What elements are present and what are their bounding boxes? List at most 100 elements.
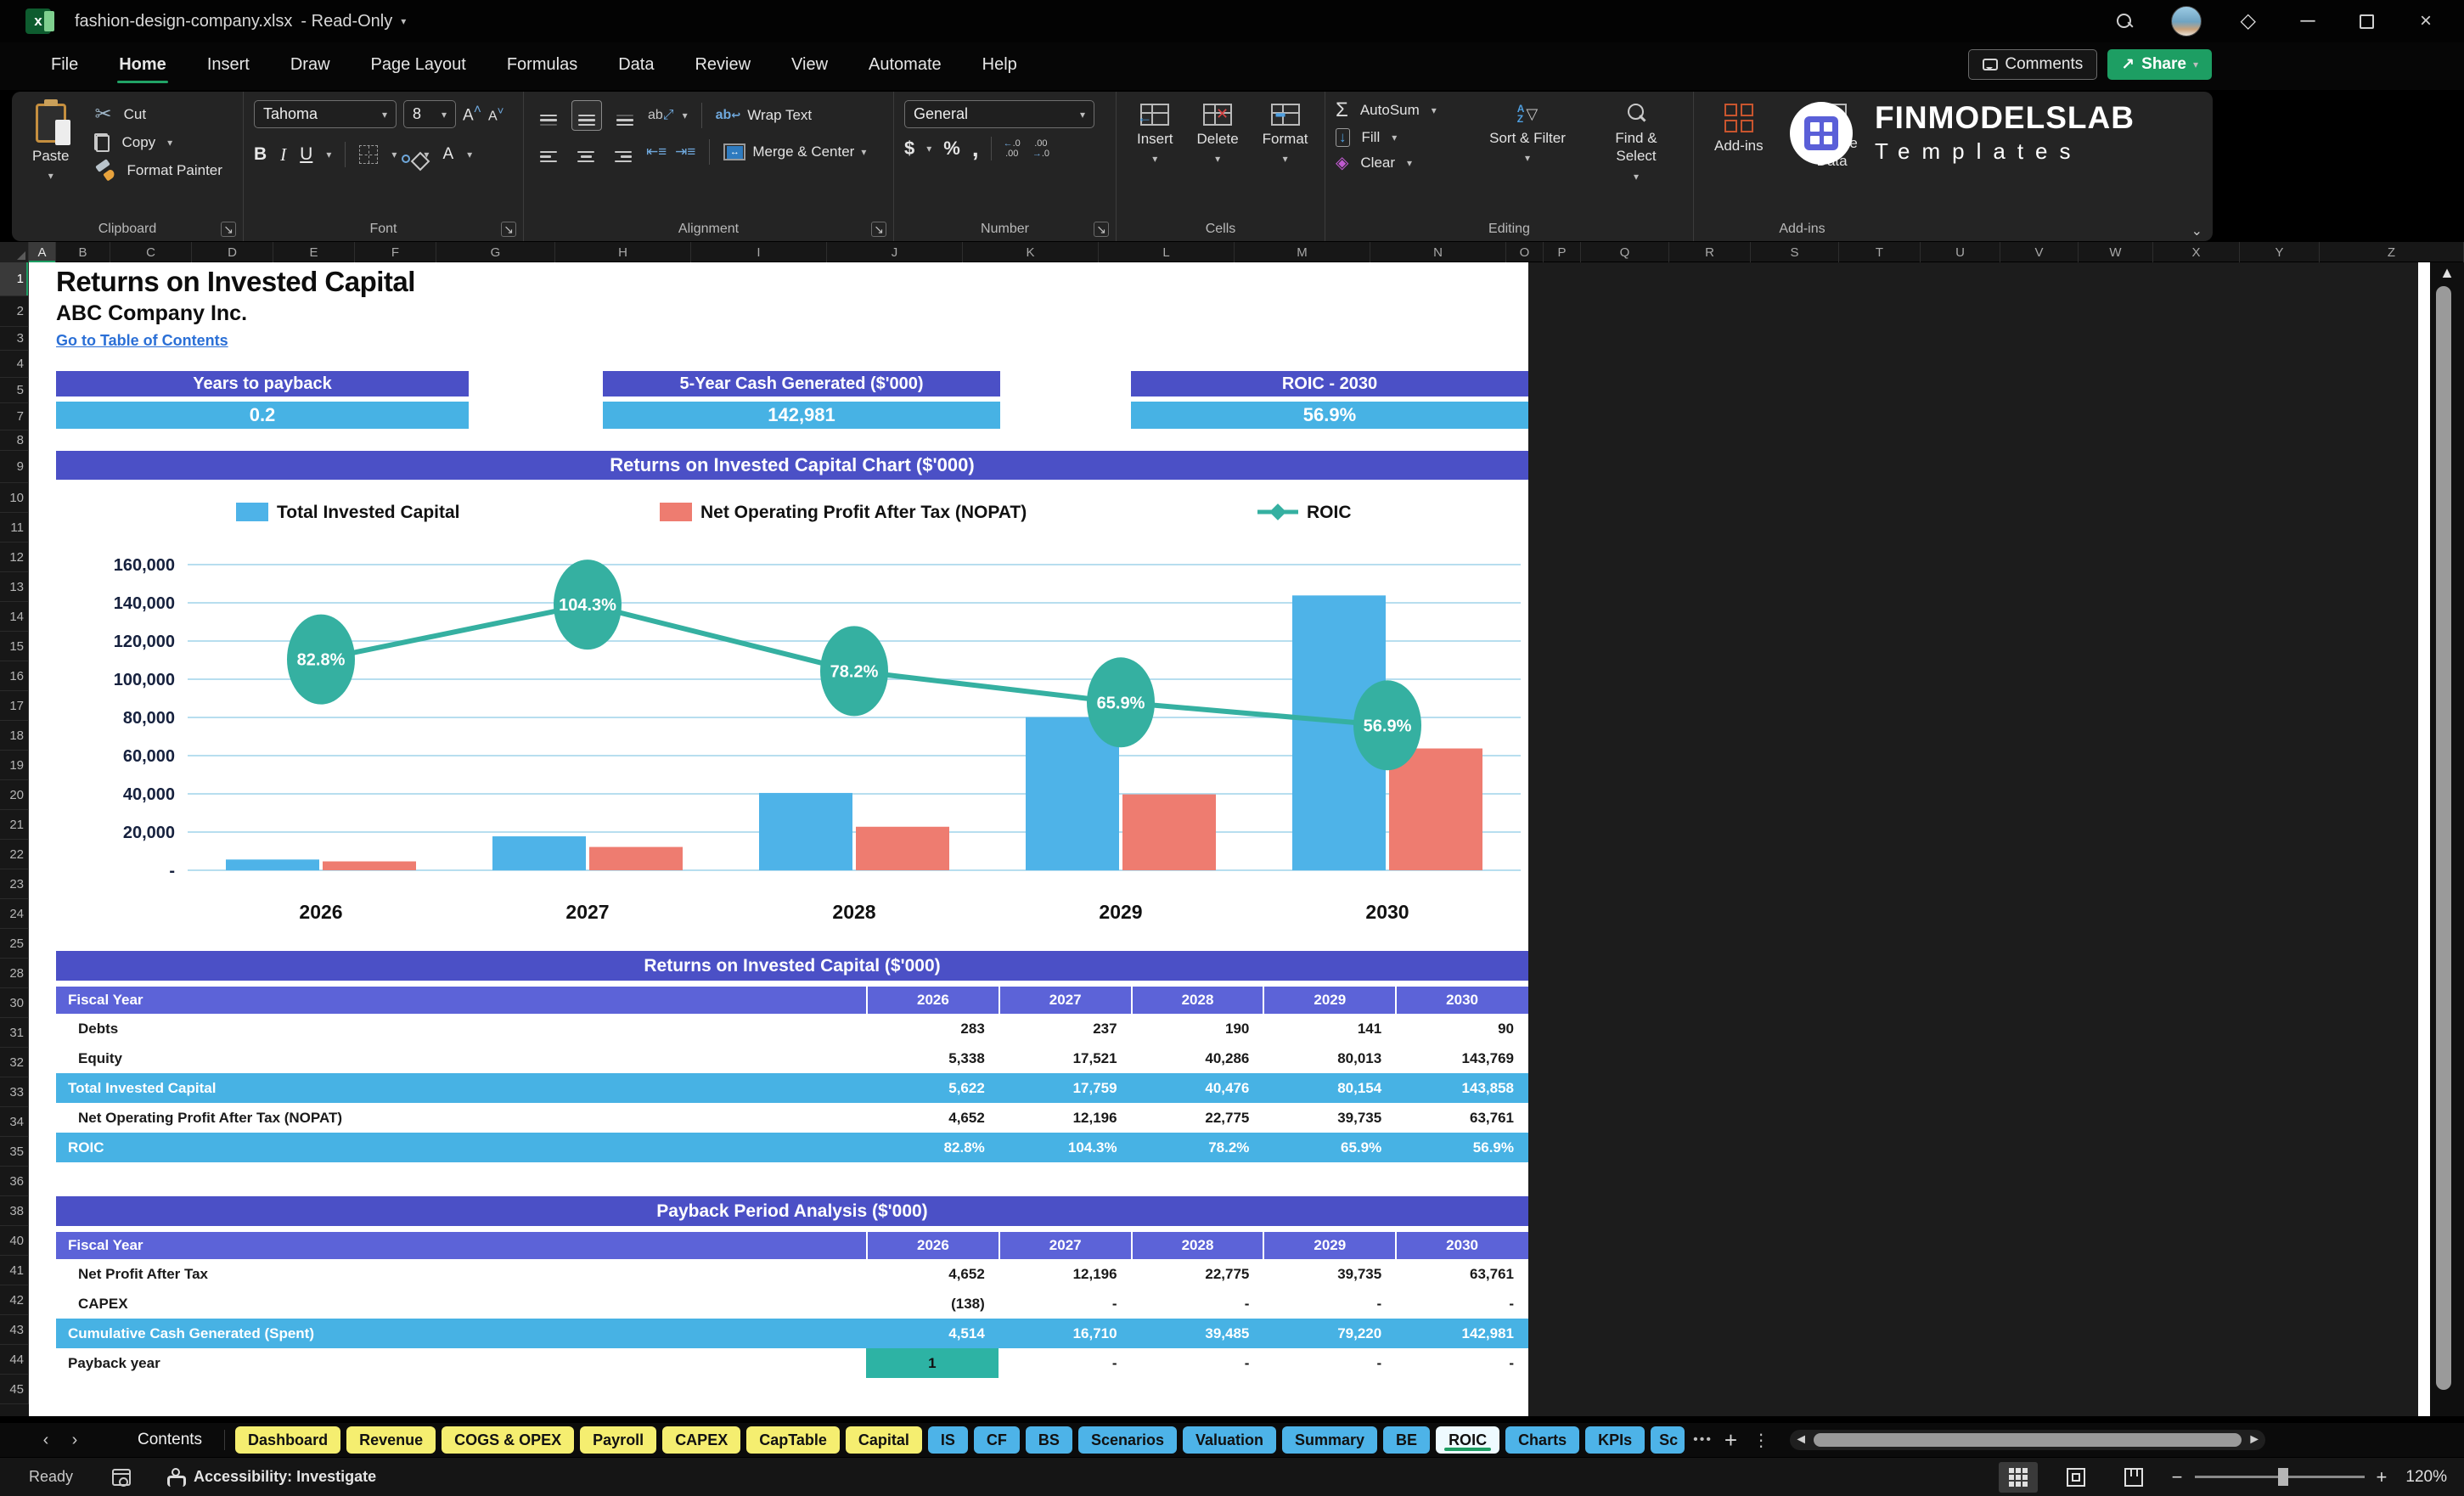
column-header-B[interactable]: B [56, 242, 110, 262]
sheet-tab-sc[interactable]: Sc [1651, 1426, 1685, 1454]
find-select-button[interactable]: Find & Select ▾ [1588, 100, 1685, 186]
cell-value[interactable]: 90 [1395, 1014, 1527, 1043]
row-header-19[interactable]: 19 [0, 751, 29, 780]
menu-tab-draw[interactable]: Draw [270, 47, 351, 87]
sheet-tab-contents[interactable]: Contents [138, 1431, 202, 1449]
cell-value[interactable]: 56.9% [1395, 1133, 1527, 1162]
autosum-button[interactable]: Σ AutoSum ▾ [1336, 100, 1467, 121]
cell-value[interactable]: 283 [866, 1014, 999, 1043]
row-header-3[interactable]: 3 [0, 327, 29, 351]
tab-overflow-ellipsis[interactable]: ••• [1693, 1432, 1713, 1448]
column-header-E[interactable]: E [273, 242, 355, 262]
currency-chevron-icon[interactable]: ▾ [926, 143, 931, 155]
column-header-D[interactable]: D [192, 242, 273, 262]
cell-value[interactable]: 4,514 [866, 1319, 999, 1348]
row-header-40[interactable]: 40 [0, 1226, 29, 1256]
decrease-indent-icon[interactable]: ⇤≡ [646, 143, 667, 160]
column-header-O[interactable]: O [1506, 242, 1544, 262]
percent-button[interactable]: % [943, 138, 960, 160]
sheet-tab-summary[interactable]: Summary [1282, 1426, 1378, 1454]
row-header-22[interactable]: 22 [0, 840, 29, 869]
font-size-select[interactable]: 8 ▾ [403, 100, 456, 128]
row-header-30[interactable]: 30 [0, 988, 29, 1018]
cell-value[interactable]: - [999, 1348, 1131, 1378]
row-header-9[interactable]: 9 [0, 451, 29, 483]
merge-center-button[interactable]: ↔ Merge & Center ▾ [723, 143, 866, 160]
sheet-tab-capex[interactable]: CAPEX [662, 1426, 741, 1454]
comma-style-button[interactable]: , [972, 136, 979, 160]
minimize-button[interactable]: ─ [2295, 9, 2321, 33]
italic-button[interactable]: I [280, 144, 286, 166]
tabs-scroll-right-icon[interactable]: › [63, 1431, 87, 1450]
borders-chevron-icon[interactable]: ▾ [391, 149, 397, 160]
number-dialog-launcher[interactable]: ↘ [1094, 222, 1109, 237]
cell-value[interactable]: - [1263, 1348, 1395, 1378]
add-sheet-button[interactable]: + [1724, 1427, 1737, 1454]
row-header-20[interactable]: 20 [0, 780, 29, 810]
row-header-21[interactable]: 21 [0, 810, 29, 840]
title-chevron-down-icon[interactable]: ▾ [401, 15, 406, 27]
horizontal-scroll-thumb[interactable] [1814, 1433, 2242, 1447]
cell-value[interactable]: 12,196 [999, 1259, 1131, 1289]
sheet-tab-cogs-opex[interactable]: COGS & OPEX [442, 1426, 575, 1454]
row-header-12[interactable]: 12 [0, 543, 29, 572]
cell-value[interactable]: - [1131, 1289, 1263, 1319]
sheet-tab-payroll[interactable]: Payroll [580, 1426, 657, 1454]
cell-value[interactable]: 5,622 [866, 1073, 999, 1103]
row-header-5[interactable]: 5 [0, 378, 29, 403]
sheet-tab-captable[interactable]: CapTable [746, 1426, 840, 1454]
wrap-text-button[interactable]: ab↩ Wrap Text [716, 107, 812, 124]
font-color-chevron-icon[interactable]: ▾ [467, 149, 472, 160]
column-header-C[interactable]: C [110, 242, 192, 262]
cell-value[interactable]: 63,761 [1395, 1103, 1527, 1133]
row-header-23[interactable]: 23 [0, 869, 29, 899]
cell-value[interactable]: - [1131, 1348, 1263, 1378]
cell-value[interactable]: 39,735 [1263, 1103, 1395, 1133]
row-header-14[interactable]: 14 [0, 602, 29, 632]
column-header-K[interactable]: K [963, 242, 1099, 262]
row-header-28[interactable]: 28 [0, 959, 29, 988]
column-header-F[interactable]: F [355, 242, 436, 262]
table-of-contents-link[interactable]: Go to Table of Contents [56, 332, 228, 350]
sheet-tab-bs[interactable]: BS [1025, 1426, 1072, 1454]
zoom-out-button[interactable]: − [2172, 1466, 2183, 1488]
vertical-scrollbar[interactable]: ▲ [2430, 262, 2464, 1416]
cell-value[interactable]: 142,981 [1395, 1319, 1527, 1348]
row-header-44[interactable]: 44 [0, 1345, 29, 1375]
restore-button[interactable] [2360, 14, 2374, 29]
currency-button[interactable]: $ [904, 138, 914, 160]
font-color-button[interactable]: A [442, 146, 453, 163]
decrease-decimal-button[interactable]: .00 →.0 [1032, 138, 1049, 159]
row-header-42[interactable]: 42 [0, 1285, 29, 1315]
insert-cells-button[interactable]: ← Insert ▾ [1127, 100, 1184, 168]
zoom-slider[interactable] [2194, 1468, 2365, 1486]
row-header-25[interactable]: 25 [0, 929, 29, 959]
share-button[interactable]: ↗ Share ▾ [2107, 49, 2212, 80]
row-header-35[interactable]: 35 [0, 1137, 29, 1167]
column-header-V[interactable]: V [2000, 242, 2079, 262]
tab-options-kebab-icon[interactable]: ⋮ [1752, 1430, 1769, 1451]
cell-value[interactable]: 1 [866, 1348, 999, 1378]
menu-tab-view[interactable]: View [771, 47, 848, 87]
font-family-select[interactable]: Tahoma ▾ [254, 100, 397, 128]
row-header-13[interactable]: 13 [0, 572, 29, 602]
column-header-X[interactable]: X [2153, 242, 2240, 262]
horizontal-scrollbar[interactable]: ◄ ► [1790, 1430, 2266, 1450]
premium-diamond-icon[interactable]: ◇ [2241, 11, 2256, 31]
cell-value[interactable]: 63,761 [1395, 1259, 1527, 1289]
format-painter-button[interactable]: Format Painter [94, 160, 222, 181]
sheet-tab-is[interactable]: IS [927, 1426, 968, 1454]
cell-value[interactable]: 4,652 [866, 1259, 999, 1289]
row-header-10[interactable]: 10 [0, 483, 29, 513]
row-header-34[interactable]: 34 [0, 1107, 29, 1137]
row-header-18[interactable]: 18 [0, 721, 29, 751]
hscroll-left-arrow-icon[interactable]: ◄ [1790, 1432, 1812, 1448]
column-header-I[interactable]: I [691, 242, 827, 262]
cell-value[interactable]: 80,154 [1263, 1073, 1395, 1103]
borders-icon[interactable] [359, 145, 379, 164]
menu-tab-data[interactable]: Data [598, 47, 674, 87]
column-header-M[interactable]: M [1235, 242, 1370, 262]
cell-value[interactable]: 12,196 [999, 1103, 1131, 1133]
copy-button[interactable]: Copy ▾ [94, 133, 222, 152]
sheet-tab-valuation[interactable]: Valuation [1182, 1426, 1276, 1454]
